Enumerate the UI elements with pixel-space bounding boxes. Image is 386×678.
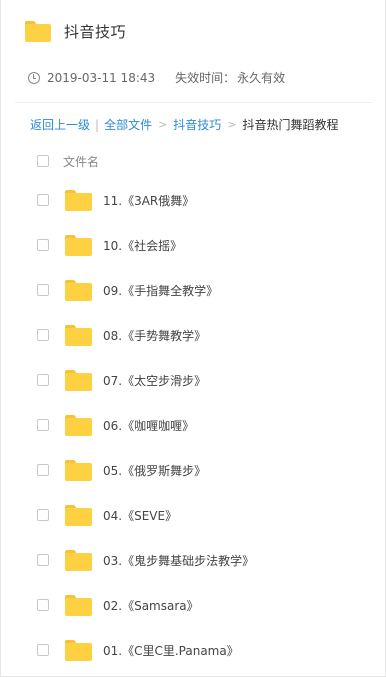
list-item[interactable]: 03.《鬼步舞基础步法教学》	[1, 538, 385, 583]
list-item[interactable]: 11.《3AR俄舞》	[1, 178, 385, 223]
list-item[interactable]: 05.《俄罗斯舞步》	[1, 448, 385, 493]
breadcrumb-folder-link[interactable]: 抖音技巧	[173, 116, 221, 133]
list-item[interactable]: 06.《咖喱咖喱》	[1, 403, 385, 448]
list-item[interactable]: 10.《社会摇》	[1, 223, 385, 268]
folder-icon	[25, 20, 51, 42]
list-item[interactable]: 07.《太空步滑步》	[1, 358, 385, 403]
back-link[interactable]: 返回上一级	[30, 116, 90, 133]
list-item[interactable]: 02.《Samsara》	[1, 583, 385, 628]
breadcrumb-current: 抖音热门舞蹈教程	[242, 118, 339, 132]
divider	[15, 102, 373, 103]
list-item[interactable]: 04.《SEVE》	[1, 493, 385, 538]
file-name[interactable]: 04.《SEVE》	[103, 507, 177, 524]
row-checkbox[interactable]	[37, 554, 49, 566]
folder-icon	[65, 235, 92, 256]
list-item[interactable]: 09.《手指舞全教学》	[1, 268, 385, 313]
row-checkbox[interactable]	[37, 419, 49, 431]
folder-icon	[65, 370, 92, 391]
file-name[interactable]: 07.《太空步滑步》	[103, 372, 206, 389]
row-checkbox[interactable]	[37, 509, 49, 521]
file-name[interactable]: 10.《社会摇》	[103, 237, 182, 254]
chevron-right-icon: >	[227, 118, 237, 131]
expire-value: 永久有效	[237, 71, 286, 85]
folder-header: 抖音技巧	[25, 19, 126, 43]
row-checkbox[interactable]	[37, 284, 49, 296]
file-name[interactable]: 02.《Samsara》	[103, 597, 199, 614]
folder-icon	[65, 190, 92, 211]
folder-icon	[65, 460, 92, 481]
folder-icon	[65, 550, 92, 571]
file-name[interactable]: 05.《俄罗斯舞步》	[103, 462, 206, 479]
all-files-link[interactable]: 全部文件	[104, 116, 152, 133]
column-header-filename: 文件名	[63, 154, 100, 169]
clock-icon	[28, 71, 40, 84]
select-all-checkbox[interactable]	[37, 155, 49, 167]
row-checkbox[interactable]	[37, 464, 49, 476]
expire-label: 失效时间：	[175, 71, 236, 85]
row-checkbox[interactable]	[37, 644, 49, 656]
file-name[interactable]: 06.《咖喱咖喱》	[103, 417, 194, 434]
file-name[interactable]: 01.《C里C里.Panama》	[103, 642, 239, 659]
row-checkbox[interactable]	[37, 329, 49, 341]
row-checkbox[interactable]	[37, 599, 49, 611]
file-name[interactable]: 09.《手指舞全教学》	[103, 282, 218, 299]
list-header: 文件名	[37, 152, 99, 170]
file-name[interactable]: 11.《3AR俄舞》	[103, 192, 194, 209]
folder-icon	[65, 505, 92, 526]
folder-icon	[65, 595, 92, 616]
folder-icon	[65, 325, 92, 346]
row-checkbox[interactable]	[37, 239, 49, 251]
folder-icon	[65, 415, 92, 436]
list-item[interactable]: 08.《手势舞教学》	[1, 313, 385, 358]
row-checkbox[interactable]	[37, 194, 49, 206]
file-name[interactable]: 03.《鬼步舞基础步法教学》	[103, 552, 254, 569]
share-meta: 2019-03-11 18:43 失效时间： 永久有效	[28, 69, 285, 86]
list-item[interactable]: 01.《C里C里.Panama》	[1, 628, 385, 673]
breadcrumb: 返回上一级 | 全部文件 > 抖音技巧 > 抖音热门舞蹈教程	[30, 116, 339, 133]
chevron-right-icon: >	[158, 118, 168, 131]
share-date: 2019-03-11 18:43	[47, 70, 156, 85]
folder-icon	[65, 640, 92, 661]
row-checkbox[interactable]	[37, 374, 49, 386]
breadcrumb-separator: |	[95, 117, 100, 132]
folder-icon	[65, 280, 92, 301]
folder-title: 抖音技巧	[64, 22, 127, 41]
file-name[interactable]: 08.《手势舞教学》	[103, 327, 206, 344]
share-panel: 抖音技巧 2019-03-11 18:43 失效时间： 永久有效 返回上一级 |…	[0, 0, 386, 677]
